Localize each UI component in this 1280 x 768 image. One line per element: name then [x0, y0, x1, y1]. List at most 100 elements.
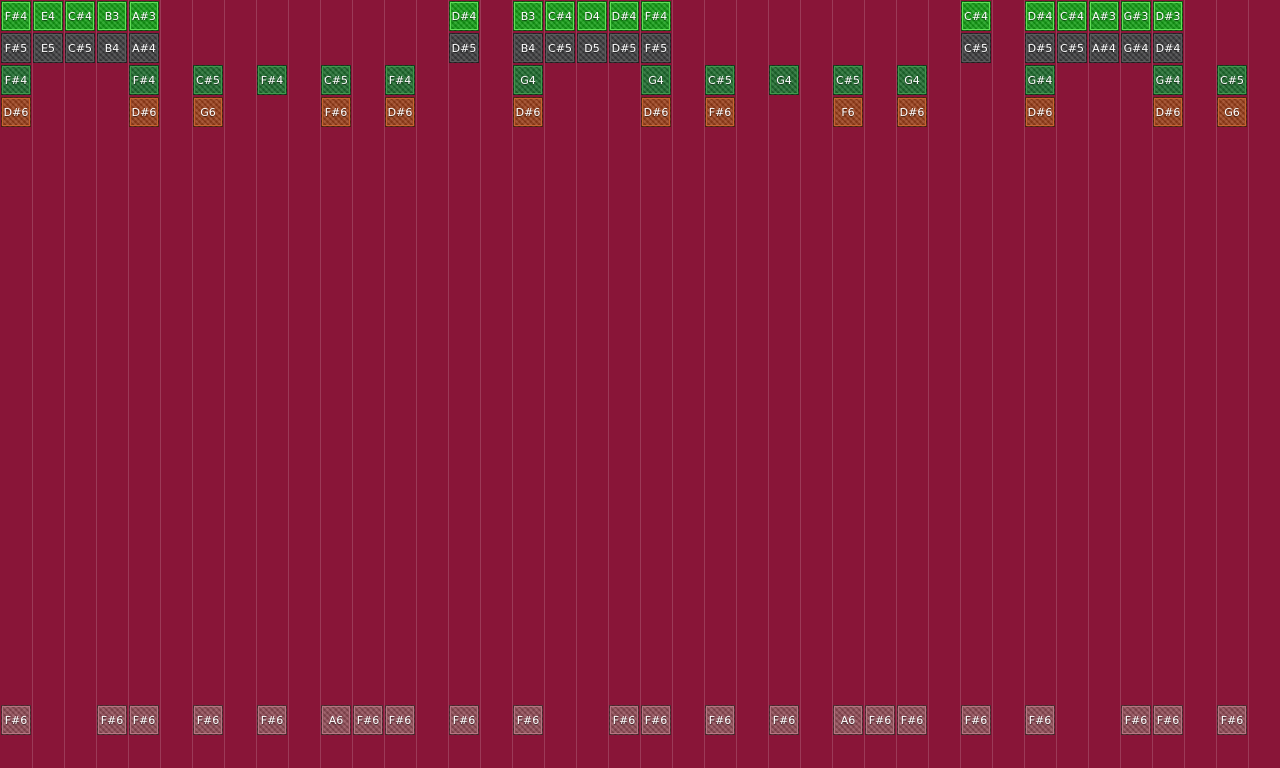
note-cell[interactable]: F#6	[193, 705, 223, 735]
column-divider	[352, 0, 353, 768]
note-cell[interactable]: C#5	[833, 65, 863, 95]
note-cell[interactable]: G#4	[1121, 33, 1151, 63]
note-cell[interactable]: C#5	[193, 65, 223, 95]
column-divider	[1056, 0, 1057, 768]
note-cell[interactable]: F#6	[1217, 705, 1247, 735]
column-divider	[32, 0, 33, 768]
note-cell[interactable]: D#5	[609, 33, 639, 63]
note-cell[interactable]: A#3	[129, 1, 159, 31]
note-cell[interactable]: E5	[33, 33, 63, 63]
note-cell[interactable]: G4	[769, 65, 799, 95]
note-cell[interactable]: B3	[97, 1, 127, 31]
note-cell[interactable]: D#4	[1025, 1, 1055, 31]
note-cell[interactable]: F#6	[1121, 705, 1151, 735]
note-cell[interactable]: F#6	[609, 705, 639, 735]
note-cell[interactable]: D#6	[1, 97, 31, 127]
note-cell[interactable]: F#6	[961, 705, 991, 735]
note-cell[interactable]: F#6	[257, 705, 287, 735]
note-cell[interactable]: F#6	[321, 97, 351, 127]
note-cell[interactable]: F#4	[129, 65, 159, 95]
note-cell[interactable]: D4	[577, 1, 607, 31]
note-cell[interactable]: F#6	[705, 705, 735, 735]
note-cell[interactable]: D#6	[641, 97, 671, 127]
note-cell[interactable]: A6	[833, 705, 863, 735]
note-cell[interactable]: F#5	[641, 33, 671, 63]
note-cell[interactable]: A#3	[1089, 1, 1119, 31]
note-cell[interactable]: F#6	[705, 97, 735, 127]
note-cell[interactable]: F#6	[865, 705, 895, 735]
note-cell[interactable]: A6	[321, 705, 351, 735]
note-cell[interactable]: D#5	[449, 33, 479, 63]
note-cell[interactable]: D#5	[1025, 33, 1055, 63]
note-cell[interactable]: G6	[193, 97, 223, 127]
sequencer-grid: F#4 E4 C#4 B3 A#3 D#4 B3 C#4 D4 D#4 F#4 C#4 D#4 C#4 A#…	[0, 0, 1280, 768]
note-cell[interactable]: F#6	[129, 705, 159, 735]
note-cell[interactable]: C#5	[705, 65, 735, 95]
column-divider	[736, 0, 737, 768]
note-cell[interactable]: G#3	[1121, 1, 1151, 31]
note-cell[interactable]: G#4	[1153, 65, 1183, 95]
column-divider	[288, 0, 289, 768]
note-cell[interactable]: F#4	[385, 65, 415, 95]
note-cell[interactable]: F#6	[97, 705, 127, 735]
note-cell[interactable]: E4	[33, 1, 63, 31]
note-cell[interactable]: G#4	[1025, 65, 1055, 95]
note-cell[interactable]: F#6	[1025, 705, 1055, 735]
column-divider	[768, 0, 769, 768]
note-cell[interactable]: F#6	[449, 705, 479, 735]
note-cell[interactable]: C#4	[545, 1, 575, 31]
note-cell[interactable]: C#5	[545, 33, 575, 63]
note-cell[interactable]: C#5	[65, 33, 95, 63]
column-divider	[576, 0, 577, 768]
note-cell[interactable]: D#6	[897, 97, 927, 127]
note-cell[interactable]: B3	[513, 1, 543, 31]
note-cell[interactable]: C#4	[1057, 1, 1087, 31]
note-cell[interactable]: D#6	[385, 97, 415, 127]
note-cell[interactable]: F#4	[641, 1, 671, 31]
note-cell[interactable]: F#6	[769, 705, 799, 735]
note-cell[interactable]: D#6	[129, 97, 159, 127]
note-cell[interactable]: F#6	[1153, 705, 1183, 735]
note-cell[interactable]: G4	[897, 65, 927, 95]
note-cell[interactable]: B4	[513, 33, 543, 63]
note-cell[interactable]: C#5	[961, 33, 991, 63]
note-cell[interactable]: F#6	[385, 705, 415, 735]
note-cell[interactable]: D#3	[1153, 1, 1183, 31]
note-cell[interactable]: F#5	[1, 33, 31, 63]
column-divider	[992, 0, 993, 768]
column-divider	[544, 0, 545, 768]
note-cell[interactable]: F#4	[1, 1, 31, 31]
note-cell[interactable]: F#6	[513, 705, 543, 735]
note-cell[interactable]: C#5	[1057, 33, 1087, 63]
column-divider	[800, 0, 801, 768]
note-cell[interactable]: D#4	[449, 1, 479, 31]
column-divider	[96, 0, 97, 768]
note-cell[interactable]: D#6	[513, 97, 543, 127]
note-cell[interactable]: F#6	[1, 705, 31, 735]
note-cell[interactable]: C#5	[1217, 65, 1247, 95]
note-cell[interactable]: G4	[641, 65, 671, 95]
note-cell[interactable]: C#5	[321, 65, 351, 95]
note-cell[interactable]: C#4	[65, 1, 95, 31]
note-cell[interactable]: D#6	[1025, 97, 1055, 127]
note-cell[interactable]: F#6	[353, 705, 383, 735]
note-cell[interactable]: C#4	[961, 1, 991, 31]
note-cell[interactable]: D#4	[609, 1, 639, 31]
note-cell[interactable]: B4	[97, 33, 127, 63]
note-cell[interactable]: F#6	[897, 705, 927, 735]
note-cell[interactable]: A#4	[1089, 33, 1119, 63]
note-cell[interactable]: F6	[833, 97, 863, 127]
column-divider	[224, 0, 225, 768]
note-cell[interactable]: D#6	[1153, 97, 1183, 127]
note-cell[interactable]: D5	[577, 33, 607, 63]
note-cell[interactable]: G6	[1217, 97, 1247, 127]
note-cell[interactable]: A#4	[129, 33, 159, 63]
column-divider	[864, 0, 865, 768]
note-cell[interactable]: G4	[513, 65, 543, 95]
note-cell[interactable]: F#6	[641, 705, 671, 735]
column-divider	[960, 0, 961, 768]
note-cell[interactable]: F#4	[257, 65, 287, 95]
note-cell[interactable]: F#4	[1, 65, 31, 95]
column-divider	[160, 0, 161, 768]
note-cell[interactable]: D#4	[1153, 33, 1183, 63]
